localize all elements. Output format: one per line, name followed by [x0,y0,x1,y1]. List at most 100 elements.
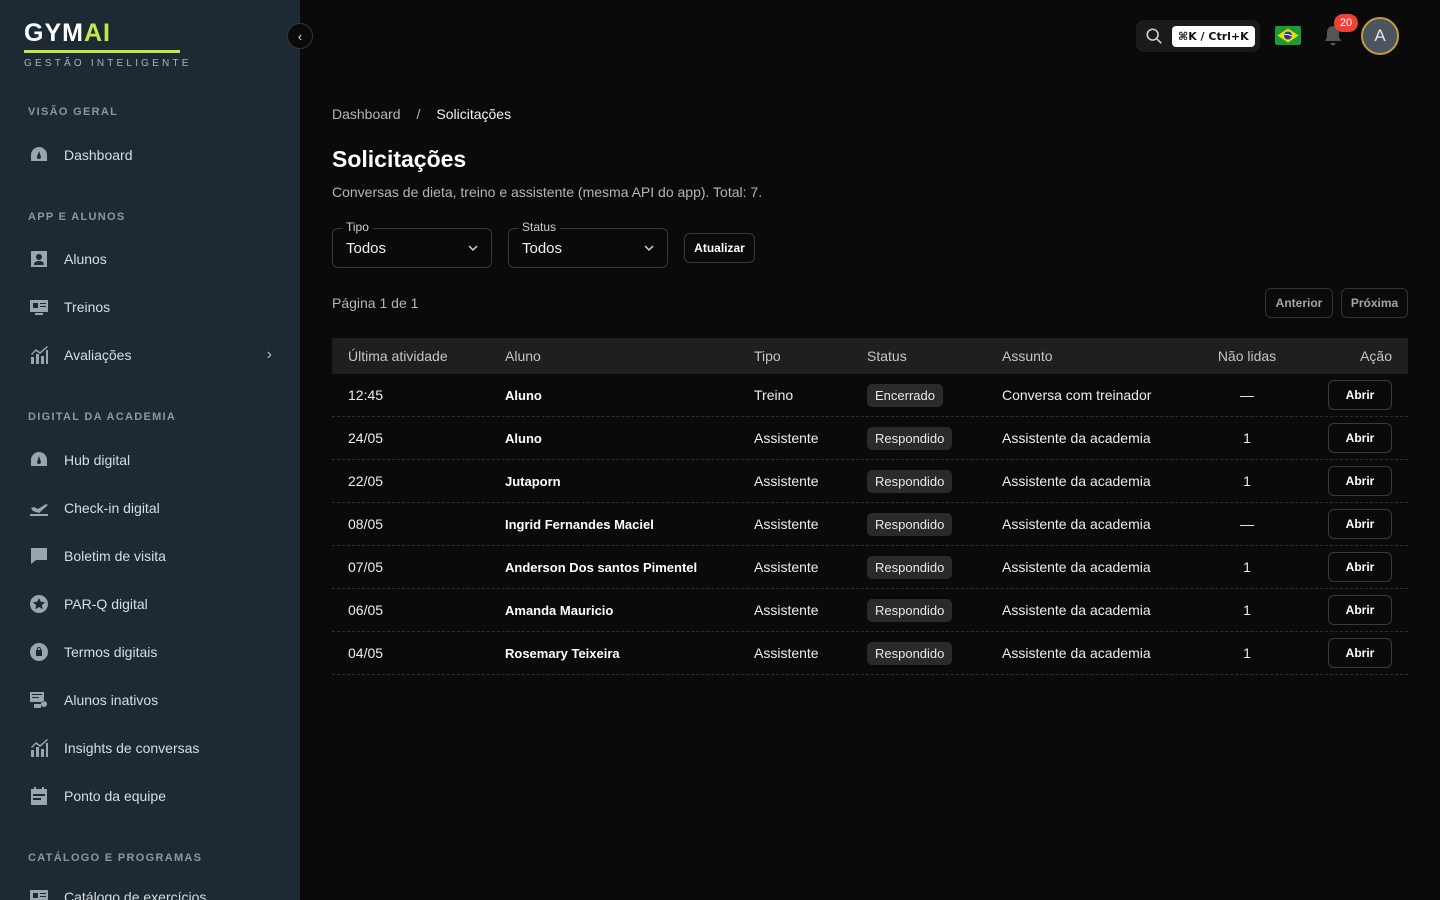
sidebar-item-avaliacoes[interactable]: Avaliações › [28,342,278,368]
gauge-icon [28,145,50,165]
status-badge: Respondido [867,512,953,536]
cell-nao-lidas: 1 [1243,602,1251,618]
id-card-icon [28,887,50,900]
sidebar-item-label: Treinos [64,299,111,315]
cell-acao: Abrir [1328,589,1392,631]
user-list-icon [28,690,50,710]
header-aluno[interactable]: Aluno [505,338,541,374]
sidebar-item-boletim-visita[interactable]: Boletim de visita [28,543,278,569]
cell-tipo: Assistente [754,473,819,489]
cell-aluno: Aluno [505,387,542,403]
sidebar-item-dashboard[interactable]: Dashboard [28,142,278,168]
status-select-value: Todos [522,239,563,257]
sidebar-item-hub-digital[interactable]: Hub digital [28,447,278,473]
sidebar-item-label: Insights de conversas [64,740,200,756]
cell-ultima-atividade: 08/05 [348,516,384,532]
notification-count-badge: 20 [1334,14,1358,32]
header-assunto[interactable]: Assunto [1002,338,1053,374]
breadcrumb-separator: / [416,106,421,122]
cell-aluno: Amanda Mauricio [505,602,614,618]
cell-acao: Abrir [1328,460,1392,502]
chevron-left-icon: ‹ [297,28,303,44]
cell-tipo: Treino [754,387,794,403]
page-title: Solicitações [332,146,467,172]
open-button[interactable]: Abrir [1328,595,1392,625]
breadcrumb-root-link[interactable]: Dashboard [332,106,401,122]
open-button[interactable]: Abrir [1328,638,1392,668]
open-button[interactable]: Abrir [1328,380,1392,410]
sidebar-item-alunos[interactable]: Alunos [28,246,278,272]
sidebar-item-checkin-digital[interactable]: Check-in digital [28,495,278,521]
sidebar-item-parq-digital[interactable]: PAR-Q digital [28,591,278,617]
cell-tipo: Assistente [754,645,819,661]
star-badge-icon [28,594,50,614]
sidebar-collapse-button[interactable]: ‹ [287,23,313,49]
brand-logo[interactable]: GYMAI GESTÃO INTELIGENTE [24,18,192,69]
cell-status: Respondido [867,460,953,502]
refresh-button[interactable]: Atualizar [684,233,755,263]
sidebar-item-termos-digitais[interactable]: Termos digitais [28,639,278,665]
table-header: Última atividade Aluno Tipo Status Assun… [332,338,1408,374]
message-icon [28,546,50,566]
breadcrumb-current: Solicitações [436,106,512,122]
tipo-select-value: Todos [346,239,387,257]
cell-acao: Abrir [1328,374,1392,416]
table-row[interactable]: 22/05 Jutaporn Assistente Respondido Assiste… [332,460,1408,503]
chevron-right-icon: › [266,346,272,363]
sidebar-item-ponto-equipe[interactable]: Ponto da equipe [28,783,278,809]
header-tipo[interactable]: Tipo [754,338,781,374]
brand-tagline: GESTÃO INTELIGENTE [24,58,192,69]
avatar[interactable]: A [1361,17,1399,55]
cell-ultima-atividade: 07/05 [348,559,384,575]
chevron-down-icon [644,245,654,252]
cell-acao: Abrir [1328,503,1392,545]
table-row[interactable]: 24/05 Aluno Assistente Respondido Assistente… [332,417,1408,460]
cell-status: Respondido [867,503,953,545]
cell-status: Respondido [867,632,953,674]
sidebar-item-alunos-inativos[interactable]: Alunos inativos [28,687,278,713]
chart-bars-icon [28,738,50,758]
open-button[interactable]: Abrir [1328,466,1392,496]
sidebar-item-label: Termos digitais [64,644,158,660]
table-row[interactable]: 06/05 Amanda Mauricio Assistente Respondido… [332,589,1408,632]
tipo-select[interactable]: Tipo Todos [332,220,492,268]
open-button[interactable]: Abrir [1328,552,1392,582]
header-nao-lidas[interactable]: Não lidas [1217,338,1277,374]
sidebar-item-label: Alunos inativos [64,692,159,708]
brand-name: GYMAI [24,19,111,47]
open-button[interactable]: Abrir [1328,509,1392,539]
cell-acao: Abrir [1328,632,1392,674]
sidebar-item-insights-conversas[interactable]: Insights de conversas [28,735,278,761]
cell-assunto: Assistente da academia [1002,430,1151,446]
sidebar-item-label: Alunos [64,251,107,267]
sidebar-item-label: Avaliações [64,347,132,363]
section-title-catalogo: CATÁLOGO E PROGRAMAS [28,852,203,864]
sidebar-item-label: Boletim de visita [64,548,166,564]
previous-page-button[interactable]: Anterior [1265,288,1333,318]
search-shortcut-kbd: ⌘K / Ctrl+K [1172,25,1255,47]
table-row[interactable]: 12:45 Aluno Treino Encerrado Conversa com tr… [332,374,1408,417]
chart-bars-icon [28,345,50,365]
gauge-icon [28,450,50,470]
next-page-button[interactable]: Próxima [1341,288,1408,318]
cell-aluno: Jutaporn [505,473,561,489]
open-button[interactable]: Abrir [1328,423,1392,453]
status-badge: Encerrado [867,383,943,407]
status-badge: Respondido [867,598,953,622]
table-row[interactable]: 08/05 Ingrid Fernandes Maciel Assistente Re… [332,503,1408,546]
table-row[interactable]: 07/05 Anderson Dos santos Pimentel Assiste… [332,546,1408,589]
status-select[interactable]: Status Todos [508,220,668,268]
cell-status: Respondido [867,546,953,588]
cell-aluno: Rosemary Teixeira [505,645,620,661]
header-ultima-atividade[interactable]: Última atividade [348,338,448,374]
cell-nao-lidas: 1 [1243,559,1251,575]
sidebar-item-catalogo-exercicios[interactable]: Catálogo de exercícios [28,884,278,900]
search-button[interactable]: ⌘K / Ctrl+K [1136,20,1260,52]
sidebar-item-treinos[interactable]: Treinos [28,294,278,320]
status-badge: Respondido [867,426,953,450]
cell-nao-lidas: — [1240,516,1254,532]
brazil-flag-icon[interactable] [1275,26,1301,45]
header-status[interactable]: Status [867,338,907,374]
lock-icon [28,642,50,662]
table-row[interactable]: 04/05 Rosemary Teixeira Assistente Respondi… [332,632,1408,675]
